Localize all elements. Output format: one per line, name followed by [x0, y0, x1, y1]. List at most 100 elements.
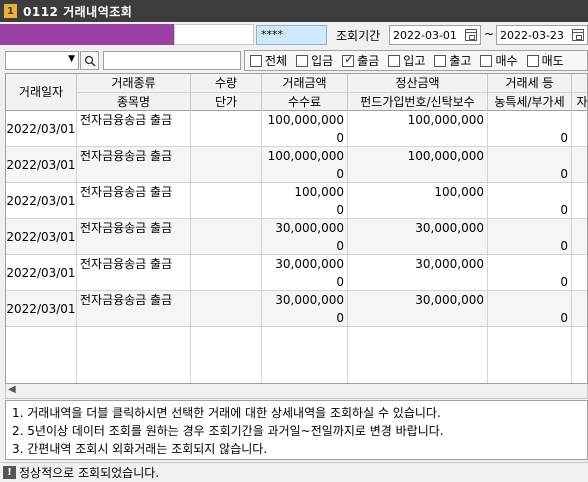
calendar-icon[interactable]	[572, 29, 584, 41]
cell-date: 2022/03/01	[6, 302, 76, 316]
cell-tax: 0	[560, 203, 568, 217]
filter-bar: ▼ 전체 입금 출금 입고 출고 매수 매도	[0, 48, 588, 72]
horizontal-scrollbar[interactable]: ◀	[5, 384, 588, 399]
cell-fee: 0	[336, 311, 344, 325]
table-row[interactable]: 2022/03/01 전자금융송금 출금 100,000,000 0 100,000,0…	[6, 147, 587, 183]
col-header-stock[interactable]: 종목명	[77, 93, 190, 111]
password-field[interactable]: ****	[256, 25, 327, 45]
cell-settle: 30,000,000	[415, 221, 484, 235]
checkbox-icon[interactable]	[342, 53, 355, 67]
filter-label: 매도	[541, 54, 564, 68]
filter-label: 출금	[357, 54, 380, 68]
cell-type: 전자금융송금 출금	[80, 293, 173, 307]
table-row[interactable]: 2022/03/01 전자금융송금 출금 30,000,000 0 30,000,000…	[6, 255, 587, 291]
filter-checkbox[interactable]: 매도	[526, 52, 564, 69]
cell-tax: 0	[560, 131, 568, 145]
start-date-field[interactable]: 2022-03-01	[389, 25, 481, 45]
cell-fee: 0	[336, 275, 344, 289]
cell-type: 전자금융송금 출금	[80, 185, 173, 199]
checkbox-icon[interactable]	[388, 54, 401, 67]
col-header-price[interactable]: 단가	[191, 93, 261, 111]
period-separator: ~	[484, 27, 495, 41]
cell-type: 전자금융송금 출금	[80, 257, 173, 271]
cell-settle: 100,000,000	[407, 149, 484, 163]
cell-fee: 0	[336, 131, 344, 145]
cell-settle: 30,000,000	[415, 257, 484, 271]
filter-checkbox[interactable]: 출고	[434, 52, 471, 69]
account-selector[interactable]	[0, 24, 174, 45]
col-header-extra[interactable]: 자	[572, 93, 587, 111]
filter-checkbox[interactable]: 출금	[342, 52, 379, 69]
cell-type: 전자금융송금 출금	[80, 113, 173, 127]
cell-date: 2022/03/01	[6, 122, 76, 136]
checkbox-icon[interactable]	[434, 54, 447, 67]
cell-settle: 30,000,000	[415, 293, 484, 307]
chevron-down-icon[interactable]: ▼	[68, 54, 75, 64]
table-row[interactable]: 2022/03/01 전자금융송금 출금 30,000,000 0 30,000,000…	[6, 291, 587, 327]
title-bar: 1 0112 거래내역조회	[0, 0, 588, 22]
account-name-field	[174, 24, 254, 45]
info-icon: !	[3, 466, 16, 479]
col-header-vat[interactable]: 농특세/부가세	[488, 93, 571, 111]
col-header-qty[interactable]: 수량	[191, 74, 261, 92]
note-line: 2. 5년이상 데이터 조회를 원하는 경우 조회기간을 과거일~전일까지로 변…	[12, 424, 444, 438]
cell-type: 전자금융송금 출금	[80, 149, 173, 163]
note-line: 1. 거래내역을 더블 클릭하시면 선택한 거래에 대한 상세내역을 조회하실 …	[12, 406, 441, 420]
transaction-type-filters: 전체 입금 출금 입고 출고 매수 매도	[244, 50, 588, 71]
note-line: 3. 간편내역 조회시 외화거래는 조회되지 않습니다.	[12, 442, 268, 456]
filter-label: 입고	[403, 54, 426, 68]
transaction-table[interactable]: 거래일자 거래종류 종목명 수량 단가 거래금액 수수료 정산금액 펀드가입번호…	[5, 73, 588, 384]
cell-amount: 30,000,000	[275, 221, 344, 235]
cell-date: 2022/03/01	[6, 266, 76, 280]
table-row[interactable]: 2022/03/01 전자금융송금 출금 30,000,000 0 30,000,000…	[6, 219, 587, 255]
filter-checkbox[interactable]: 입고	[388, 52, 425, 69]
cell-date: 2022/03/01	[6, 158, 76, 172]
cell-amount: 100,000,000	[267, 113, 344, 127]
filter-checkbox[interactable]: 매수	[480, 52, 518, 69]
filter-label: 출고	[449, 54, 472, 68]
col-header-type[interactable]: 거래종류	[77, 74, 190, 92]
col-header-amount[interactable]: 거래금액	[262, 74, 347, 92]
col-header-tax[interactable]: 거래세 등	[488, 74, 571, 92]
col-header-fund[interactable]: 펀드가입번호/신탁보수	[348, 93, 487, 111]
stock-name-field[interactable]	[103, 51, 241, 70]
cell-date: 2022/03/01	[6, 194, 76, 208]
checkbox-icon[interactable]	[480, 54, 493, 67]
cell-tax: 0	[560, 311, 568, 325]
col-header-settle[interactable]: 정산금액	[348, 74, 487, 92]
cell-amount: 30,000,000	[275, 293, 344, 307]
col-header-date[interactable]: 거래일자	[6, 83, 76, 101]
filter-label: 입금	[311, 54, 334, 68]
status-message: 정상적으로 조회되었습니다.	[19, 466, 160, 480]
checkbox-icon[interactable]	[250, 54, 262, 67]
search-button[interactable]	[80, 51, 99, 70]
cell-settle: 100,000,000	[407, 113, 484, 127]
cell-tax: 0	[560, 275, 568, 289]
stock-combo[interactable]: ▼	[5, 51, 79, 70]
query-bar: **** 조회기간 2022-03-01 ~ 2022-03-23	[0, 22, 588, 48]
status-bar: ! 정상적으로 조회되었습니다.	[0, 462, 588, 482]
filter-checkbox[interactable]: 전체	[250, 52, 287, 69]
calendar-icon[interactable]	[465, 29, 477, 41]
window-title: 0112 거래내역조회	[23, 4, 133, 19]
cell-fee: 0	[336, 167, 344, 181]
cell-amount: 100,000,000	[267, 149, 344, 163]
cell-amount: 100,000	[294, 185, 344, 199]
cell-type: 전자금융송금 출금	[80, 221, 173, 235]
end-date-field[interactable]: 2022-03-23	[496, 25, 588, 45]
filter-label: 전체	[265, 54, 288, 68]
filter-checkbox[interactable]: 입금	[296, 52, 333, 69]
cell-amount: 30,000,000	[275, 257, 344, 271]
notes-panel: 1. 거래내역을 더블 클릭하시면 선택한 거래에 대한 상세내역을 조회하실 …	[5, 400, 588, 460]
scroll-left-icon[interactable]: ◀	[8, 384, 16, 395]
checkbox-icon[interactable]	[526, 54, 539, 67]
checkbox-icon[interactable]	[296, 54, 309, 67]
search-icon	[84, 55, 96, 67]
cell-fee: 0	[336, 239, 344, 253]
start-date-value: 2022-03-01	[393, 29, 457, 42]
col-header-fee[interactable]: 수수료	[262, 93, 347, 111]
cell-date: 2022/03/01	[6, 230, 76, 244]
table-row[interactable]: 2022/03/01 전자금융송금 출금 100,000,000 0 100,000,0…	[6, 111, 587, 147]
table-row[interactable]: 2022/03/01 전자금융송금 출금 100,000 0 100,000 0	[6, 183, 587, 219]
period-label: 조회기간	[336, 29, 381, 43]
